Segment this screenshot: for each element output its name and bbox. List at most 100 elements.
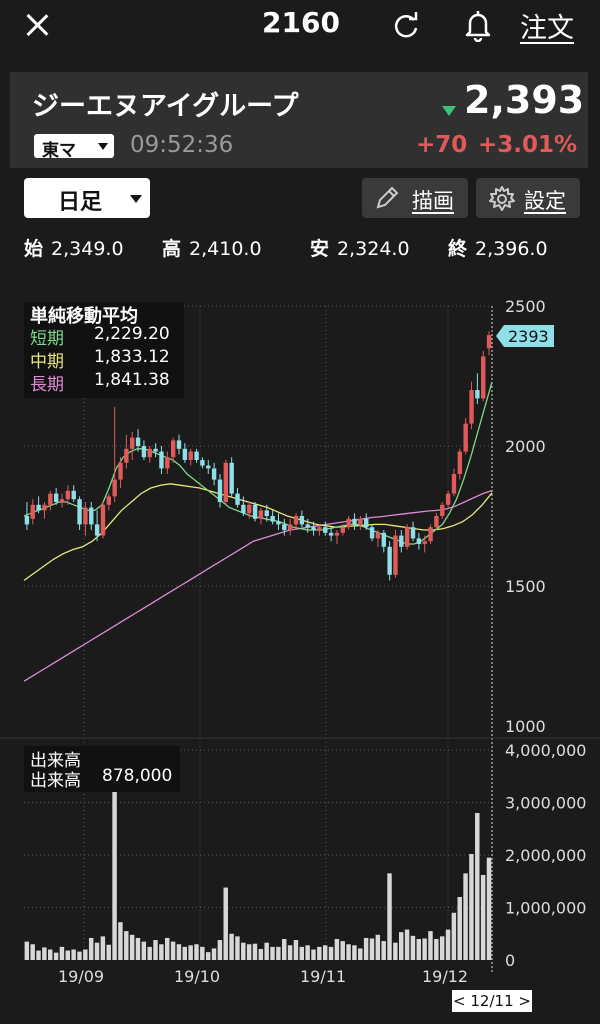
volume-bar <box>223 887 228 960</box>
candle-body <box>36 504 41 511</box>
candle-body <box>235 493 240 505</box>
close-icon[interactable] <box>22 10 52 40</box>
candle-body <box>100 504 106 536</box>
volume-bar <box>88 937 94 960</box>
candle-body <box>258 510 264 519</box>
volume-bar <box>469 853 474 960</box>
volume-bar <box>182 946 187 960</box>
candle-body <box>486 335 492 349</box>
volume-bar <box>480 874 486 960</box>
volume-bar <box>229 933 234 960</box>
volume-bar <box>457 897 462 960</box>
volume-bar <box>48 949 53 960</box>
volume-bar <box>399 932 404 960</box>
candle-body <box>106 496 112 505</box>
market-select[interactable]: 東マ <box>34 134 114 161</box>
volume-bar <box>387 873 392 960</box>
candle-body <box>71 490 76 500</box>
volume-bar <box>293 940 299 960</box>
volume-bar <box>83 949 88 960</box>
volume-bar <box>358 948 363 960</box>
volume-bar <box>322 945 328 960</box>
volume-bar <box>194 944 199 960</box>
reload-icon[interactable] <box>390 10 422 42</box>
candle-body <box>287 524 293 530</box>
volume-bar <box>410 935 416 960</box>
candle-body <box>404 527 410 547</box>
period-select[interactable]: 日足 <box>24 178 150 218</box>
bell-icon[interactable] <box>462 8 494 42</box>
volume-bar <box>129 934 135 960</box>
ma-legend: 単純移動平均 短期 2,229.20 中期 1,833.12 長期 1,841.… <box>24 302 184 398</box>
date-tick-label: 19/10 <box>174 967 220 986</box>
candle-body <box>463 423 468 452</box>
candle-body <box>42 504 47 511</box>
volume-bar <box>451 912 457 960</box>
candle-body <box>188 451 193 460</box>
ma-mid-line <box>23 483 493 581</box>
volume-bar <box>241 942 246 960</box>
candle-body <box>252 504 258 519</box>
price-change-pct: +3.01% <box>478 132 578 158</box>
price-tick-label: 1000 <box>505 717 546 736</box>
price-change: +70 <box>416 132 468 158</box>
volume-bar <box>246 944 252 960</box>
settings-label: 設定 <box>524 189 566 213</box>
volume-tick-label: 3,000,000 <box>505 794 586 813</box>
chart-grid <box>0 305 600 972</box>
candle-body <box>293 516 299 525</box>
volume-bar <box>30 944 35 960</box>
volume-bar <box>100 936 106 960</box>
candle-body <box>200 460 205 466</box>
candle-body <box>229 462 234 494</box>
volume-bar <box>159 944 164 960</box>
volume-bar <box>176 944 182 960</box>
candle-body <box>24 516 30 525</box>
candle-body <box>153 448 158 452</box>
volume-bar <box>311 949 316 960</box>
volume-bar <box>24 941 30 960</box>
candle-body <box>317 527 322 530</box>
candle-body <box>352 518 357 525</box>
candle-body <box>457 451 463 474</box>
candle-body <box>428 527 433 542</box>
volume-bar <box>475 813 480 960</box>
price-tick-label: 2000 <box>505 437 546 456</box>
draw-label: 描画 <box>412 189 454 213</box>
volume-bar <box>118 922 123 960</box>
ma-mid-value: 1,833.12 <box>94 347 170 367</box>
volume-bar <box>305 945 310 960</box>
candle-body <box>358 518 363 525</box>
volume-bar <box>299 946 304 960</box>
crosshair-date-label[interactable]: < 12/11 > <box>452 990 532 1012</box>
settings-button[interactable]: 設定 <box>476 178 580 218</box>
candle-body <box>241 504 246 514</box>
volume-bar <box>328 946 334 960</box>
volume-bar <box>352 945 357 960</box>
candle-body <box>416 538 422 544</box>
volume-bar <box>282 939 287 960</box>
candle-body <box>387 546 392 575</box>
candle-body <box>159 451 164 469</box>
candle-body <box>165 457 170 469</box>
candle-body <box>375 532 381 539</box>
volume-bar <box>393 942 398 960</box>
volume-bar <box>211 948 217 960</box>
volume-bar <box>252 943 258 960</box>
candle-body <box>130 437 135 449</box>
gear-icon <box>489 186 515 211</box>
candle-body <box>83 507 88 525</box>
volume-bar <box>416 939 421 960</box>
draw-button[interactable]: 描画 <box>362 178 468 218</box>
volume-bar <box>381 941 386 960</box>
volume-tick-label: 4,000,000 <box>505 741 586 760</box>
quote-time: 09:52:36 <box>130 132 234 158</box>
candle-body <box>434 516 439 528</box>
candle-body <box>445 493 451 505</box>
candle-body <box>311 527 316 530</box>
price-tick-label: 2500 <box>505 297 546 316</box>
order-button[interactable]: 注文 <box>520 6 574 45</box>
volume-bar <box>445 929 451 960</box>
candle-body <box>481 356 486 399</box>
ma-short-line <box>23 381 493 545</box>
